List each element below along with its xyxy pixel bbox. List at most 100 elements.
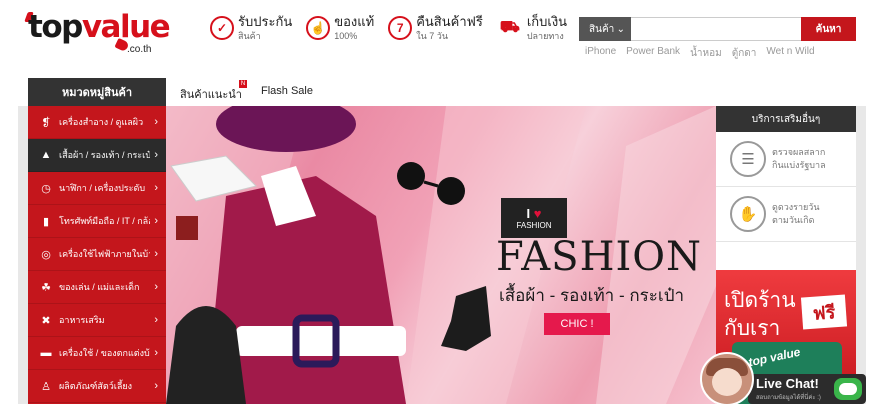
keyword-link[interactable]: iPhone: [585, 46, 616, 61]
sidebar-item-label: ผลิตภัณฑ์สัตว์เลี้ยง: [59, 381, 133, 391]
fashion-banner[interactable]: I ♥ FASHION FASHION เสื้อผ้า - รองเท้า -…: [166, 106, 716, 404]
keyword-link[interactable]: น้ำหอม: [690, 46, 722, 61]
dog-icon: ♙: [41, 380, 51, 393]
chevron-right-icon: ›: [154, 347, 158, 359]
sidebar-item-label: เสื้อผ้า / รองเท้า / กระเป๋า: [59, 150, 151, 160]
sidebar-item-mobile-it[interactable]: ▮ โทรศัพท์มือถือ / IT / กล้อง ›: [28, 205, 166, 238]
topvalue-logo[interactable]: topvalue .co.th: [24, 9, 178, 58]
fashion-small-label: FASHION: [516, 221, 552, 230]
promo-free-badge: ฟรี: [800, 294, 848, 330]
banner-title: FASHION: [496, 234, 703, 280]
giftbox-shape: [176, 216, 198, 240]
i-text: I: [526, 206, 531, 221]
line-chat-icon[interactable]: [834, 378, 862, 400]
chevron-right-icon: ›: [154, 314, 158, 326]
logo-wordmark: topvalue: [28, 9, 171, 45]
feature-cod: ⛟ เก็บเงิน ปลายทาง: [497, 14, 567, 48]
truck-icon: ⛟: [499, 19, 520, 36]
belt-shape: [236, 326, 406, 356]
sidebar-item-toys-baby[interactable]: ☘ ของเล่น / แม่และเด็ก ›: [28, 271, 166, 304]
sidebar-item-label: เครื่องสำอาง / ดูแลผิว: [59, 117, 144, 127]
sidebar-item-fashion[interactable]: ▲ เสื้อผ้า / รองเท้า / กระเป๋า ›: [28, 139, 166, 172]
chevron-right-icon: ›: [154, 116, 158, 128]
new-badge: N: [239, 80, 247, 88]
sidebar-item-pets[interactable]: ♙ ผลิตภัณฑ์สัตว์เลี้ยง ›: [28, 370, 166, 403]
heart-icon: ♥: [533, 206, 542, 221]
logo-domain: .co.th: [127, 44, 152, 55]
live-chat-sub: สอบถามข้อมูลได้ที่นี่ค่ะ :): [756, 395, 821, 401]
service-horoscope[interactable]: ✋ ดูดวงรายวัน ตามวันเกิด: [716, 187, 856, 242]
washing-machine-icon: ◎: [41, 248, 51, 261]
chevron-right-icon: ›: [154, 281, 158, 293]
chevron-right-icon: ›: [154, 215, 158, 227]
chevron-down-icon: ⌄: [616, 23, 625, 35]
feature-free-return: 7 คืนสินค้าฟรี ใน 7 วัน: [388, 14, 483, 48]
chevron-right-icon: ›: [154, 248, 158, 260]
pill-icon: ✖: [41, 314, 51, 327]
search-category-label: สินค้า: [589, 23, 615, 35]
search-bar: สินค้า ⌄ ค้นหา: [579, 17, 856, 41]
chevron-right-icon: ›: [154, 182, 158, 194]
sidebar-item-label: เครื่องใช้ไฟฟ้าภายในบ้าน: [59, 249, 151, 259]
banner-cta[interactable]: CHIC !: [544, 313, 610, 335]
live-chat-title: Live Chat!: [756, 376, 819, 391]
sunglasses-lens: [437, 177, 465, 205]
keyword-link[interactable]: Power Bank: [626, 46, 680, 61]
sidebar-item-appliances[interactable]: ◎ เครื่องใช้ไฟฟ้าภายในบ้าน ›: [28, 238, 166, 271]
feature-title: ของแท้: [334, 14, 375, 29]
service-line2: ตามวันเกิด: [772, 215, 815, 225]
keyword-link[interactable]: Wet n Wild: [766, 46, 814, 61]
live-chat-widget[interactable]: Live Chat! สอบถามข้อมูลได้ที่นี่ค่ะ :): [700, 352, 868, 406]
feature-genuine: ☝ ของแท้ 100%: [306, 14, 374, 48]
live-chat-box[interactable]: Live Chat! สอบถามข้อมูลได้ที่นี่ค่ะ :): [748, 374, 866, 404]
keyword-link[interactable]: ตู้กดา: [732, 46, 757, 61]
i-love-label: I ♥: [527, 206, 542, 221]
search-input[interactable]: [631, 17, 801, 41]
sidebar-item-home[interactable]: ▬ เครื่องใช้ / ของตกแต่งบ้าน ›: [28, 337, 166, 370]
sidebar-item-label: ของเล่น / แม่และเด็ก: [59, 282, 140, 292]
sidebar-item-label: โทรศัพท์มือถือ / IT / กล้อง: [59, 216, 151, 226]
lipstick-icon: ❡: [41, 116, 51, 129]
page: topvalue .co.th ✓ รับประกัน สินค้า ☝ ของแ…: [0, 0, 889, 418]
sidebar-item-label: อาหารเสริม: [59, 315, 105, 325]
i-love-fashion-badge: I ♥ FASHION: [501, 198, 567, 238]
service-line2: กินแบ่งรัฐบาล: [772, 160, 826, 170]
chevron-right-icon: ›: [154, 149, 158, 161]
service-line1: ดูดวงรายวัน: [772, 202, 820, 212]
feature-sub: ปลายทาง: [526, 31, 564, 41]
dress-icon: ▲: [40, 149, 52, 161]
nav-recommended[interactable]: สินค้าแนะนำ N: [180, 80, 247, 103]
main-nav: หมวดหมู่สินค้า สินค้าแนะนำ N Flash Sale: [0, 78, 889, 106]
feature-sub: 100%: [334, 31, 358, 41]
services-title: บริการเสริมอื่นๆ: [716, 106, 856, 132]
ticket-icon: ☰: [730, 141, 766, 177]
nav-flash-sale[interactable]: Flash Sale: [261, 85, 313, 97]
feature-warranty: ✓ รับประกันสินค้า: [210, 14, 292, 48]
sidebar-item-watches[interactable]: ◷ นาฬิกา / เครื่องประดับ ›: [28, 172, 166, 205]
category-menu-button[interactable]: หมวดหมู่สินค้า: [28, 78, 166, 106]
category-sidebar: ❡ เครื่องสำอาง / ดูแลผิว › ▲ เสื้อผ้า / รอง…: [28, 106, 166, 404]
sidebar-item-supplements[interactable]: ✖ อาหารเสริม ›: [28, 304, 166, 337]
watch-icon: ◷: [41, 182, 51, 195]
feature-sub: สินค้า: [238, 31, 261, 41]
sunglasses-lens: [397, 162, 425, 190]
return-7-icon: 7: [388, 16, 413, 40]
sidebar-item-cosmetics[interactable]: ❡ เครื่องสำอาง / ดูแลผิว ›: [28, 106, 166, 139]
feature-title: คืนสินค้าฟรี: [416, 14, 483, 29]
search-category-select[interactable]: สินค้า ⌄: [579, 17, 631, 41]
sidebar-item-label: นาฬิกา / เครื่องประดับ: [59, 183, 146, 193]
service-lottery[interactable]: ☰ ตรวจผลสลากกินแบ่งรัฐบาล: [716, 132, 856, 187]
service-line1: ตรวจผลสลาก: [772, 147, 826, 157]
sofa-icon: ▬: [40, 347, 52, 359]
sidebar-item-label: เครื่องใช้ / ของตกแต่งบ้าน: [59, 348, 150, 358]
header: topvalue .co.th ✓ รับประกัน สินค้า ☝ ของแ…: [0, 0, 889, 70]
feature-title: รับประกัน: [238, 14, 293, 29]
search-button[interactable]: ค้นหา: [801, 17, 856, 41]
phone-icon: ▮: [42, 215, 50, 228]
chat-bubble-shape: [839, 383, 857, 395]
shield-icon: ✓: [210, 16, 234, 40]
promo-line2: กับเรา: [724, 317, 781, 340]
logo-top-text: top: [28, 9, 83, 45]
chevron-right-icon: ›: [154, 380, 158, 392]
logo-value-text: value: [81, 9, 171, 45]
